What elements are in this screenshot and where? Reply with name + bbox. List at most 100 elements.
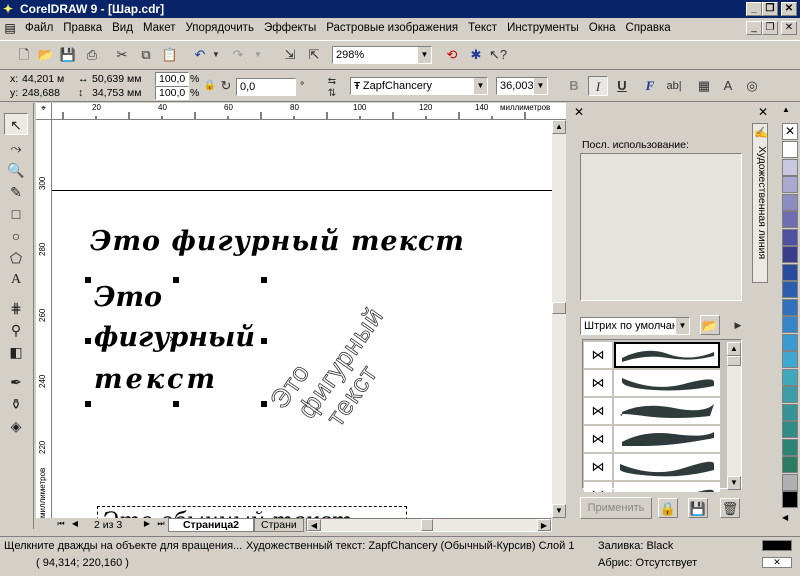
- menu-window[interactable]: Окна: [584, 18, 621, 38]
- docker-collapse-icon[interactable]: ✕: [574, 105, 584, 119]
- font-select[interactable]: Ŧ ZapfChancery ▼: [350, 77, 488, 95]
- lock-icon[interactable]: 🔒: [658, 498, 678, 518]
- mirror-vertical-icon[interactable]: ⇅: [322, 84, 342, 104]
- application-launcher-icon[interactable]: ⟲: [442, 45, 462, 65]
- color-swatch[interactable]: [782, 438, 798, 456]
- chevron-down-icon[interactable]: ▼: [675, 318, 689, 334]
- rotation-angle-field[interactable]: 0,0: [236, 78, 296, 96]
- bold-button[interactable]: B: [564, 76, 584, 96]
- pick-tool-icon[interactable]: ↖: [4, 113, 28, 135]
- selection-center-icon[interactable]: ×: [169, 332, 176, 346]
- convert-text-icon[interactable]: ▦: [694, 76, 714, 96]
- outline-swatch[interactable]: ✕: [762, 557, 792, 568]
- close-icon[interactable]: ✕: [781, 2, 797, 16]
- color-swatch[interactable]: [782, 263, 798, 281]
- menu-bitmaps[interactable]: Растровые изображения: [321, 18, 463, 38]
- apply-button[interactable]: Применить: [580, 497, 652, 519]
- width-value[interactable]: 50,639 мм: [92, 73, 141, 85]
- shape-tool-icon[interactable]: ⤳: [4, 137, 28, 159]
- text-tool-icon[interactable]: A: [4, 269, 28, 291]
- color-swatch[interactable]: [782, 298, 798, 316]
- menu-edit[interactable]: Правка: [58, 18, 107, 38]
- freehand-tool-icon[interactable]: ✎: [4, 181, 28, 203]
- menu-arrange[interactable]: Упорядочить: [181, 18, 259, 38]
- edit-text-button[interactable]: ab|: [664, 76, 684, 96]
- redo-icon[interactable]: ↷: [228, 45, 248, 65]
- corel-online-icon[interactable]: ✱: [466, 45, 486, 65]
- print-icon[interactable]: ⎙: [82, 45, 102, 65]
- next-page-icon[interactable]: ▶: [140, 518, 154, 532]
- menu-view[interactable]: Вид: [107, 18, 138, 38]
- selection-handle[interactable]: [261, 338, 267, 344]
- paragraph-text-frame[interactable]: Это обычный текст: [97, 506, 407, 518]
- format-text-button[interactable]: F: [640, 76, 660, 96]
- save-stroke-icon[interactable]: 💾: [688, 498, 708, 518]
- menu-effects[interactable]: Эффекты: [259, 18, 321, 38]
- open-folder-icon[interactable]: 📂: [700, 315, 720, 335]
- copy-icon[interactable]: ⧉: [136, 45, 156, 65]
- color-swatch[interactable]: [782, 211, 798, 228]
- fill-tool-icon[interactable]: ⚱: [4, 393, 28, 415]
- underline-button[interactable]: U: [612, 76, 632, 96]
- ruler-origin[interactable]: ⌖: [36, 103, 52, 120]
- tab-page3[interactable]: Страни: [254, 518, 304, 532]
- color-swatch[interactable]: [782, 141, 798, 158]
- recent-strokes-area[interactable]: [580, 153, 742, 301]
- stroke-preset-select[interactable]: Штрих по умолчан ▼: [580, 317, 690, 335]
- color-swatch[interactable]: [782, 403, 798, 421]
- doc-close-icon[interactable]: ✕: [781, 21, 797, 35]
- chevron-down-icon[interactable]: ▼: [533, 78, 547, 94]
- whats-this-icon[interactable]: ↖?: [488, 45, 508, 65]
- scroll-up-icon[interactable]: ▲: [552, 120, 566, 134]
- outline-tool-icon[interactable]: ✒: [4, 371, 28, 393]
- menu-file[interactable]: Файл: [20, 18, 58, 38]
- import-icon[interactable]: ⇲: [280, 45, 300, 65]
- selected-text-block[interactable]: Это фигурный текст ×: [85, 277, 267, 407]
- convert-curves-icon[interactable]: A: [718, 76, 738, 96]
- color-swatch[interactable]: [782, 473, 798, 491]
- minimize-icon[interactable]: _: [746, 2, 762, 16]
- docker-tab[interactable]: ✍ Художественная линия: [752, 123, 768, 283]
- scroll-thumb[interactable]: [727, 356, 741, 366]
- list-item[interactable]: ⋈: [584, 398, 720, 424]
- zoom-tool-icon[interactable]: 🔍: [4, 159, 28, 181]
- save-icon[interactable]: 💾: [58, 45, 78, 65]
- interactive-fill-tool-icon[interactable]: ◈: [4, 415, 28, 437]
- doc-minimize-icon[interactable]: _: [746, 21, 762, 35]
- paste-icon[interactable]: 📋: [160, 45, 180, 65]
- node-icon[interactable]: ◎: [742, 76, 762, 96]
- eyedropper-tool-icon[interactable]: ⚲: [4, 319, 28, 341]
- export-icon[interactable]: ⇱: [304, 45, 324, 65]
- palette-scroll-up-icon[interactable]: ▲: [782, 105, 790, 114]
- stroke-list-scrollbar[interactable]: ▲ ▼: [727, 342, 741, 490]
- tab-page2[interactable]: Страница2: [168, 518, 254, 532]
- scroll-up-icon[interactable]: ▲: [727, 342, 741, 356]
- polygon-tool-icon[interactable]: ⬠: [4, 247, 28, 269]
- docker-close-icon[interactable]: ✕: [758, 105, 768, 119]
- delete-stroke-icon[interactable]: 🗑: [720, 498, 740, 518]
- redo-dropdown-icon[interactable]: ▼: [248, 45, 268, 65]
- artistic-text-line[interactable]: Это фигурный текст: [90, 226, 465, 257]
- color-swatch[interactable]: [782, 176, 798, 193]
- list-item[interactable]: ⋈: [584, 482, 720, 492]
- selection-handle[interactable]: [173, 401, 179, 407]
- first-page-icon[interactable]: ⏮: [54, 518, 68, 532]
- interactive-blend-tool-icon[interactable]: ⋕: [4, 297, 28, 319]
- scroll-thumb[interactable]: [421, 519, 433, 531]
- menu-text[interactable]: Текст: [463, 18, 502, 38]
- palette-expand-icon[interactable]: ◀: [782, 513, 788, 522]
- cut-icon[interactable]: ✂: [112, 45, 132, 65]
- color-swatch[interactable]: [782, 456, 798, 473]
- menu-help[interactable]: Справка: [621, 18, 676, 38]
- italic-button[interactable]: I: [588, 76, 608, 96]
- color-swatch[interactable]: [782, 228, 798, 246]
- maximize-icon[interactable]: ❐: [762, 2, 778, 16]
- chevron-down-icon[interactable]: ▼: [417, 47, 431, 63]
- scale-x-field[interactable]: 100,0: [155, 72, 189, 86]
- last-page-icon[interactable]: ⏭: [154, 518, 168, 532]
- color-swatch[interactable]: [782, 421, 798, 438]
- x-position-value[interactable]: 44,201 м: [22, 73, 64, 85]
- color-swatch[interactable]: [782, 246, 798, 263]
- rectangle-tool-icon[interactable]: □: [4, 203, 28, 225]
- doc-icon[interactable]: ▤: [0, 21, 20, 35]
